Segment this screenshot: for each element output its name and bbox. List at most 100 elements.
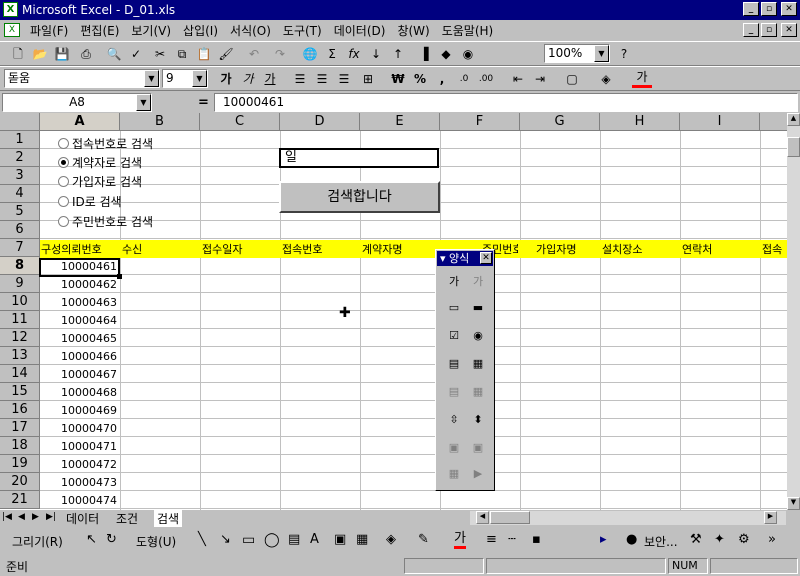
combo-dropdown-edit-icon[interactable]: ▦ [468, 382, 488, 402]
radio-circle-icon[interactable] [58, 215, 69, 227]
id-cell[interactable]: 10000466 [41, 348, 117, 365]
drawing-icon[interactable]: ◉ [458, 45, 478, 63]
underline-button[interactable]: 가 [260, 70, 280, 88]
radio-circle-icon[interactable] [58, 137, 69, 149]
button-control-icon[interactable]: ▬ [468, 298, 488, 318]
decrease-indent-icon[interactable]: ⇤ [508, 70, 528, 88]
id-cell[interactable]: 10000469 [41, 402, 117, 419]
id-cell[interactable]: 10000473 [41, 474, 117, 491]
excel-icon[interactable]: X [3, 2, 18, 17]
fill-color-icon[interactable]: ◈ [386, 532, 396, 547]
select-pointer-icon[interactable]: ↖ [86, 532, 97, 547]
name-box[interactable]: A8 ▼ [2, 93, 152, 112]
doc-close-button[interactable]: ✕ [781, 23, 797, 37]
label-icon[interactable]: 가 [444, 272, 464, 292]
radio-circle-checked-icon[interactable] [58, 156, 69, 168]
combo-list-edit-icon[interactable]: ▤ [444, 382, 464, 402]
radio-option[interactable]: 주민번호로 검색 [58, 212, 153, 230]
search-input[interactable]: 일 [279, 148, 439, 168]
search-button[interactable]: 검색합니다 [279, 181, 440, 213]
sort-ascending-icon[interactable]: ↓ [366, 45, 386, 63]
row-header[interactable]: 21 [0, 491, 40, 509]
scroll-left-icon[interactable]: ◀ [476, 511, 489, 524]
minimize-button[interactable]: _ [743, 2, 759, 16]
doc-minimize-button[interactable]: _ [743, 23, 759, 37]
redo-icon[interactable]: ↷ [270, 45, 290, 63]
run-macro-icon[interactable]: ▸ [600, 532, 607, 547]
menu-arrow-icon[interactable]: ▾ [440, 252, 446, 265]
sheet-tab-active[interactable]: 검색 [154, 510, 183, 527]
record-macro-icon[interactable]: ● [626, 532, 637, 547]
menu-view[interactable]: 보기(V) [125, 22, 177, 39]
combo-box-icon[interactable]: ▦ [468, 354, 488, 374]
radio-option[interactable]: 접속번호로 검색 [58, 134, 153, 152]
increase-indent-icon[interactable]: ⇥ [530, 70, 550, 88]
select-all-corner[interactable] [0, 113, 40, 131]
row-header[interactable]: 4 [0, 185, 40, 203]
zoom-dropdown-icon[interactable]: ▼ [594, 45, 609, 62]
menu-data[interactable]: 데이터(D) [328, 22, 392, 39]
header-cell[interactable]: 접수일자 [202, 241, 278, 258]
row-header[interactable]: 14 [0, 365, 40, 383]
row-header[interactable]: 19 [0, 455, 40, 473]
free-rotate-icon[interactable]: ↻ [106, 532, 117, 547]
next-sheet-icon[interactable]: ▶ [32, 512, 39, 522]
clipart-icon[interactable]: ▣ [334, 532, 346, 547]
id-cell[interactable]: 10000471 [41, 438, 117, 455]
function-icon[interactable]: fx [344, 45, 364, 63]
row-header[interactable]: 8 [0, 257, 40, 275]
worksheet-grid[interactable]: A B C D E F G H I 1 2 3 4 5 6 7 8 9 10 11 12 13 14 15 1… [0, 113, 787, 510]
shadow-icon[interactable]: ▪ [532, 532, 541, 547]
hscroll-thumb[interactable] [490, 511, 530, 524]
scroll-thumb[interactable] [787, 137, 800, 157]
control-properties-icon[interactable]: ▣ [444, 438, 464, 458]
row-header[interactable]: 16 [0, 401, 40, 419]
header-cell[interactable]: 설치장소 [602, 241, 678, 258]
scroll-up-icon[interactable]: ▲ [787, 113, 800, 126]
decrease-decimal-icon[interactable]: .00 [476, 70, 496, 88]
chart-wizard-icon[interactable]: ▐ [414, 45, 434, 63]
design-mode-icon[interactable]: ✦ [714, 532, 725, 547]
column-header-H[interactable]: H [600, 113, 680, 131]
radio-circle-icon[interactable] [58, 175, 69, 187]
horizontal-scrollbar[interactable]: ◀ ▶ [470, 511, 786, 525]
toolbox-icon[interactable]: ⚒ [690, 532, 702, 547]
text-box-icon[interactable]: ▤ [288, 532, 300, 547]
radio-option[interactable]: 계약자로 검색 [58, 153, 142, 171]
row-header[interactable]: 15 [0, 383, 40, 401]
prev-sheet-icon[interactable]: ◀ [18, 512, 25, 522]
row-header[interactable]: 20 [0, 473, 40, 491]
font-dropdown-icon[interactable]: ▼ [144, 70, 159, 87]
rectangle-icon[interactable]: ▭ [242, 532, 255, 548]
more-tools-icon[interactable]: » [768, 532, 776, 547]
row-header[interactable]: 10 [0, 293, 40, 311]
line-color-icon[interactable]: ✎ [418, 532, 429, 547]
radio-option[interactable]: 가입자로 검색 [58, 172, 142, 190]
column-header-D[interactable]: D [280, 113, 360, 131]
row-header[interactable]: 1 [0, 131, 40, 149]
row-header[interactable]: 9 [0, 275, 40, 293]
font-select[interactable]: 돋움 ▼ [4, 69, 160, 88]
header-cell[interactable]: 접속 [762, 241, 787, 258]
id-cell[interactable]: 10000470 [41, 420, 117, 437]
id-cell[interactable]: 10000464 [41, 312, 117, 329]
menu-tools[interactable]: 도구(T) [277, 22, 328, 39]
bold-button[interactable]: 가 [216, 70, 236, 88]
column-header-J[interactable] [760, 113, 787, 131]
comma-button[interactable]: , [432, 70, 452, 88]
column-header-G[interactable]: G [520, 113, 600, 131]
menu-insert[interactable]: 삽입(I) [177, 22, 224, 39]
edit-code-icon[interactable]: ▣ [468, 438, 488, 458]
run-dialog-icon[interactable]: ▶ [468, 464, 488, 484]
map-icon[interactable]: ◆ [436, 45, 456, 63]
header-cell[interactable]: 접속번호 [282, 241, 358, 258]
align-right-icon[interactable]: ☰ [334, 70, 354, 88]
first-sheet-icon[interactable]: |◀ [2, 512, 12, 522]
row-header[interactable]: 11 [0, 311, 40, 329]
radio-circle-icon[interactable] [58, 195, 69, 207]
zoom-select[interactable]: 100% ▼ [544, 44, 610, 63]
doc-restore-button[interactable]: ▫ [761, 23, 777, 37]
column-header-I[interactable]: I [680, 113, 760, 131]
row-header[interactable]: 6 [0, 221, 40, 239]
font-size-select[interactable]: 9 ▼ [162, 69, 208, 88]
